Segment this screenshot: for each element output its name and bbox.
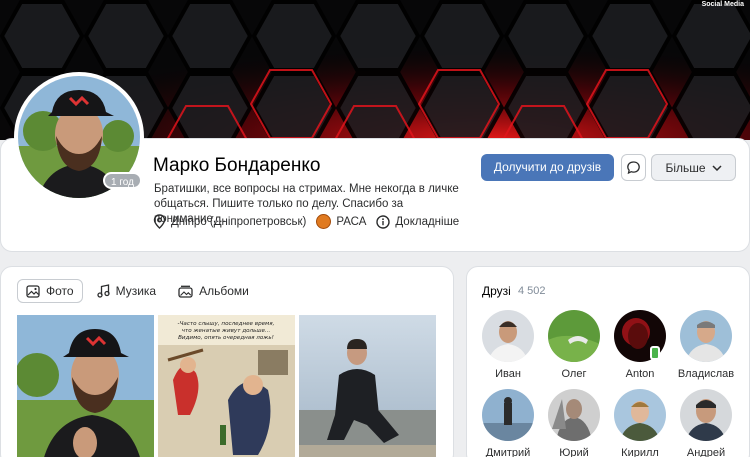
add-friend-button[interactable]: Долучити до друзів bbox=[481, 154, 614, 181]
friend-dmitriy[interactable]: Дмитрий bbox=[478, 389, 538, 457]
tab-albums-label: Альбоми bbox=[199, 284, 249, 298]
university-label[interactable]: РАСА bbox=[336, 216, 366, 228]
tab-music[interactable]: Музика bbox=[89, 279, 165, 303]
friend-avatar bbox=[548, 310, 600, 362]
photo-selfie[interactable] bbox=[17, 315, 154, 457]
friend-vladislav[interactable]: Владислав bbox=[676, 310, 736, 380]
details-link[interactable]: Докладніше bbox=[376, 214, 459, 229]
cartoon-caption-3: Видимо, опять очередная ложь! bbox=[178, 335, 274, 341]
friend-anton[interactable]: Anton bbox=[610, 310, 670, 380]
friend-name: Иван bbox=[495, 368, 521, 380]
tab-albums[interactable]: Альбоми bbox=[170, 279, 257, 303]
friend-oleg[interactable]: Олег bbox=[544, 310, 604, 380]
more-label: Більше bbox=[665, 160, 706, 175]
friend-avatar bbox=[482, 310, 534, 362]
album-icon bbox=[178, 285, 193, 298]
details-label[interactable]: Докладніше bbox=[395, 216, 459, 228]
city-label: Дніпро (Дніпропетровськ) bbox=[171, 215, 307, 228]
university-item[interactable]: РАСА bbox=[316, 214, 366, 229]
message-icon bbox=[627, 161, 640, 175]
friend-avatar bbox=[482, 389, 534, 441]
tab-photos-label: Фото bbox=[46, 284, 74, 298]
chevron-down-icon bbox=[712, 164, 722, 171]
photo-cartoon[interactable]: -Часто слышу, последнее время, что женат… bbox=[158, 315, 295, 457]
friend-yuriy[interactable]: Юрий bbox=[544, 389, 604, 457]
watermark: Social Media bbox=[701, 1, 744, 8]
message-button[interactable] bbox=[621, 154, 646, 181]
friend-avatar bbox=[680, 389, 732, 441]
location-icon bbox=[153, 214, 166, 229]
tab-photos[interactable]: Фото bbox=[17, 279, 83, 303]
mobile-online-icon bbox=[650, 346, 660, 360]
friend-ivan[interactable]: Иван bbox=[478, 310, 538, 380]
status-line-1: Братишки, все вопросы на стримах. Мне не… bbox=[154, 183, 459, 195]
friend-name: Андрей bbox=[686, 447, 726, 457]
friend-avatar bbox=[680, 310, 732, 362]
friend-name: Юрий bbox=[559, 447, 589, 457]
cartoon-caption-2: что женатые живут дольше... bbox=[182, 328, 271, 334]
online-badge: 1 год bbox=[103, 172, 142, 189]
friend-name: Кирилл bbox=[621, 447, 659, 457]
media-tabs: Фото Музика Альбоми bbox=[17, 279, 263, 303]
friend-kirill[interactable]: Кирилл bbox=[610, 389, 670, 457]
photo-grid: -Часто слышу, последнее время, что женат… bbox=[17, 315, 440, 457]
friends-count: 4 502 bbox=[518, 285, 546, 297]
more-button[interactable]: Більше bbox=[651, 154, 736, 181]
cartoon-caption-1: -Часто слышу, последнее время, bbox=[178, 321, 275, 327]
friend-name: Anton bbox=[625, 368, 655, 380]
profile-name: Марко Бондаренко bbox=[153, 155, 321, 176]
university-logo-icon bbox=[316, 214, 332, 229]
info-icon bbox=[376, 214, 391, 229]
friend-name: Владислав bbox=[677, 368, 735, 380]
friend-name: Дмитрий bbox=[485, 447, 531, 457]
photo-sea[interactable] bbox=[299, 315, 436, 457]
music-icon bbox=[96, 284, 110, 298]
friend-andrey[interactable]: Андрей bbox=[676, 389, 736, 457]
tab-music-label: Музика bbox=[115, 284, 157, 298]
friends-title[interactable]: Друзі bbox=[482, 284, 511, 298]
photo-icon bbox=[26, 284, 40, 298]
city-item: Дніпро (Дніпропетровськ) bbox=[153, 214, 306, 229]
profile-meta: Дніпро (Дніпропетровськ) РАСА Докладніше bbox=[153, 214, 469, 229]
friend-name: Олег bbox=[561, 368, 587, 380]
friend-avatar bbox=[548, 389, 600, 441]
friend-avatar bbox=[614, 389, 666, 441]
